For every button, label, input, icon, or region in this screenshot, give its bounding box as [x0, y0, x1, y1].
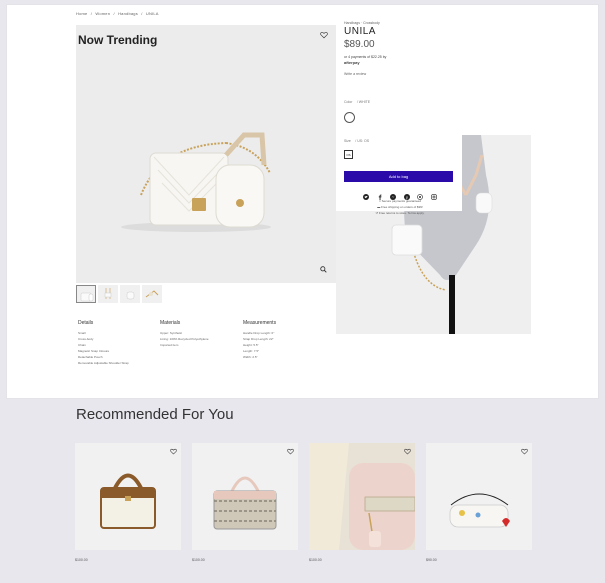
color-swatch-white[interactable] [344, 112, 355, 123]
materials-heading: Materials [160, 320, 181, 326]
handbag-illustration [100, 473, 156, 529]
thumbnail-model-icon [104, 288, 112, 299]
recommended-price: $100.00 [309, 558, 322, 562]
measurements-column: Measurements Handle Drop Length: 0" Stra… [243, 320, 323, 360]
recommended-image[interactable] [75, 443, 181, 550]
size-label: Size [344, 139, 351, 143]
details-column: Details Small Cross-body Chain Magnetic … [78, 320, 158, 366]
perks-list: □ Secure payments guaranteed ▬ Free ship… [344, 198, 456, 216]
materials-column: Materials Upper: Synthetic Lining: 100% … [160, 320, 240, 348]
perk-text: Free returns to store. Terms apply. [378, 211, 425, 215]
breadcrumb-separator: / [141, 11, 143, 16]
add-to-bag-button[interactable]: Add to bag [344, 171, 453, 182]
breadcrumb: Home / Women / Handbags / UNILA [76, 11, 161, 16]
size-value: / US: OS [355, 139, 370, 143]
recommended-image[interactable] [192, 443, 298, 550]
write-review-link[interactable]: Write a review [344, 72, 456, 76]
product-category: Handbags · Crossbody [344, 21, 380, 25]
color-value: / WHITE [356, 100, 371, 104]
installments-info: or 4 payments of $22.25 by afterpay [344, 55, 456, 66]
thumbnail-4[interactable] [142, 285, 162, 303]
handbag-illustration [213, 476, 277, 530]
thumbnail-pouch-icon [126, 291, 135, 300]
recommended-item[interactable]: $100.00 [75, 443, 181, 562]
measurements-heading: Measurements [243, 320, 277, 326]
installments-provider[interactable]: afterpay [344, 60, 360, 65]
recommended-price: $90.00 [426, 558, 437, 562]
thumbnail-2[interactable] [98, 285, 118, 303]
perk-text: Secure payments guaranteed [381, 199, 421, 203]
product-price: $89.00 [344, 39, 375, 50]
perk-free-returns: ↺ Free returns to store. Terms apply. [375, 211, 425, 215]
breadcrumb-handbags[interactable]: Handbags [118, 11, 138, 16]
handbag-illustration [449, 493, 510, 528]
social-share-bar: p [344, 188, 456, 200]
thumbnail-bag-icon [80, 292, 94, 302]
breadcrumb-current: UNILA [145, 11, 159, 16]
recommended-price: $100.00 [75, 558, 88, 562]
thumbnail-3[interactable] [120, 285, 140, 303]
breadcrumb-home[interactable]: Home [76, 11, 87, 16]
main-product-image[interactable]: Now Trending [76, 25, 336, 283]
product-page: Home / Women / Handbags / UNILA Now Tren… [0, 0, 605, 583]
zoom-icon[interactable] [320, 266, 327, 273]
recommended-item[interactable]: $90.00 [426, 443, 532, 562]
breadcrumb-separator: / [90, 11, 93, 16]
recommended-item[interactable]: $100.00 [192, 443, 298, 562]
materials-line: Imported item [160, 343, 179, 347]
recommended-title: Recommended For You [76, 406, 234, 423]
perk-text: Free shipping on orders of $99! [381, 205, 423, 209]
handbag-illustration [121, 132, 271, 232]
size-selector: Size / US: OS OS [344, 129, 456, 159]
recommended-image[interactable] [426, 443, 532, 550]
instagram-icon[interactable] [430, 194, 437, 200]
details-heading: Details [78, 320, 94, 326]
measurements-line: Width: 2.5" [243, 355, 258, 359]
color-selector: Color / WHITE [344, 90, 456, 123]
recommended-price: $100.00 [192, 558, 205, 562]
product-name: UNILA [344, 26, 376, 37]
breadcrumb-women[interactable]: Women [95, 11, 110, 16]
size-option[interactable]: OS [344, 150, 353, 159]
thumbnail-detail-icon [145, 290, 159, 298]
twitter-icon[interactable] [363, 193, 370, 200]
installments-text: or 4 payments of $22.25 by [344, 55, 387, 59]
breadcrumb-separator: / [113, 11, 115, 16]
backpack-illustration [309, 443, 415, 550]
thumbnail-1[interactable] [76, 285, 96, 303]
product-info-panel: Handbags · Crossbody UNILA $89.00 or 4 p… [344, 21, 456, 216]
recommended-item[interactable]: $100.00 [309, 443, 415, 562]
recommended-image[interactable] [309, 443, 415, 550]
color-label: Color [344, 100, 353, 104]
details-line: Removable Adjustable Shoulder Strap [78, 361, 129, 365]
